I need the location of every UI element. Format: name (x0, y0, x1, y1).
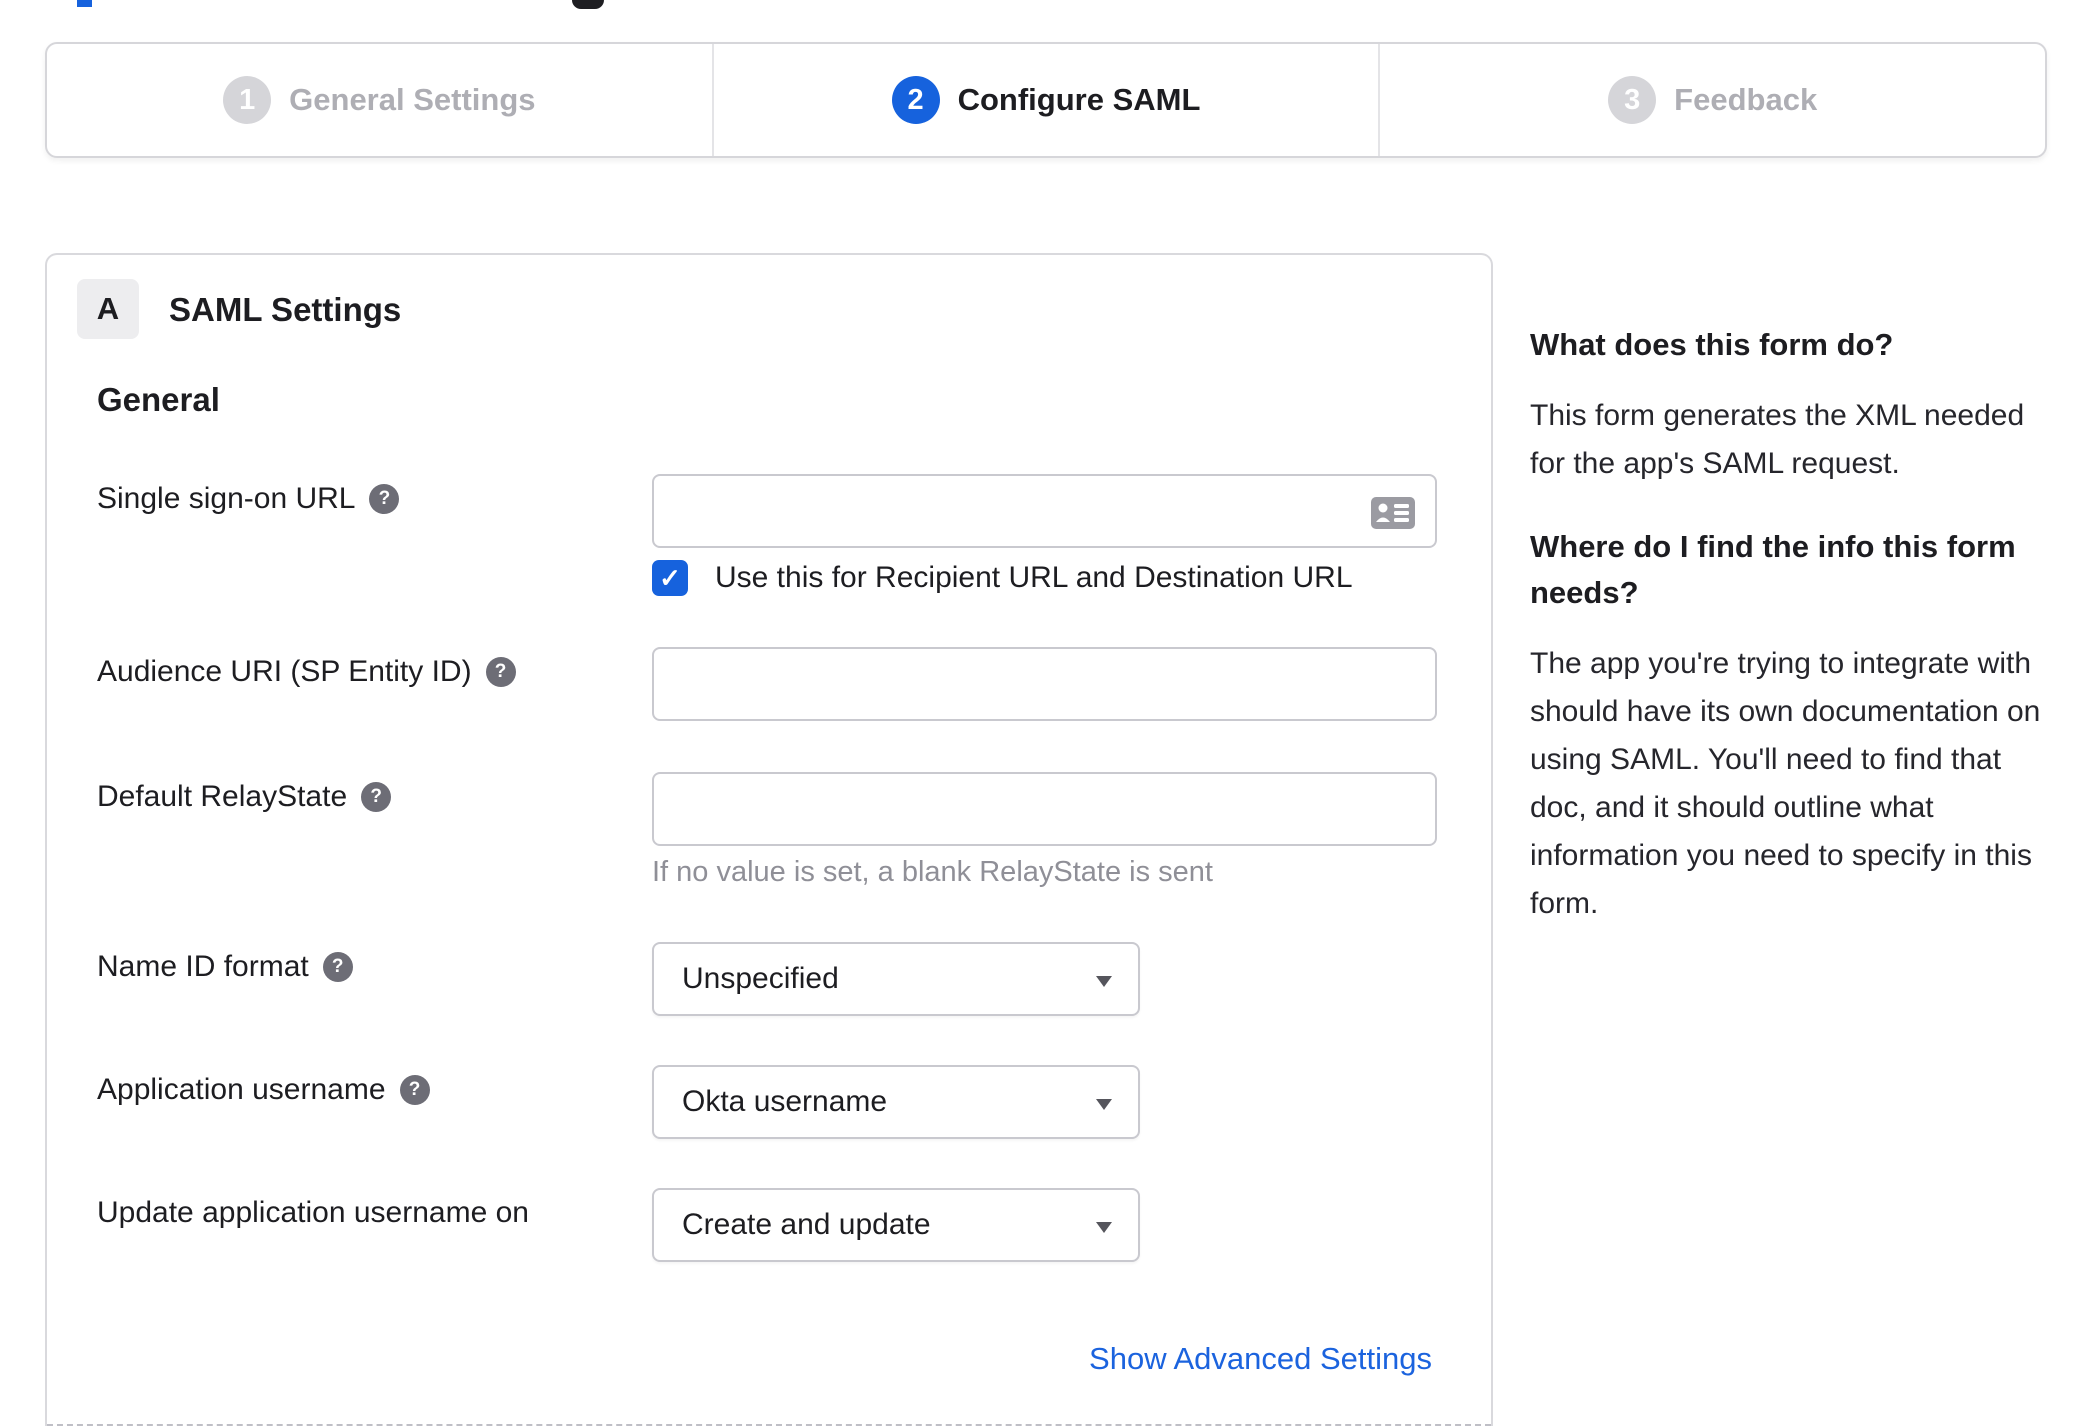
step-label: Feedback (1674, 82, 1818, 117)
update-username-select[interactable]: Create and update (652, 1188, 1140, 1262)
step-number-badge: 2 (891, 76, 940, 124)
label-text: Default RelayState (97, 780, 348, 813)
help-icon[interactable]: ? (369, 484, 400, 514)
help-icon[interactable]: ? (399, 1075, 430, 1105)
cropped-icon-fragment (572, 0, 604, 9)
help-sidebar: What does this form do? This form genera… (1530, 322, 2058, 928)
step-feedback[interactable]: 3 Feedback (1378, 44, 2045, 156)
cropped-logo-fragment (77, 0, 92, 7)
relay-state-hint: If no value is set, a blank RelayState i… (652, 856, 1213, 888)
help-icon[interactable]: ? (485, 657, 516, 687)
label-text: Application username (97, 1073, 386, 1106)
chevron-down-icon (1096, 976, 1112, 987)
sidebar-paragraph-what: This form generates the XML needed for t… (1530, 399, 2025, 480)
update-username-label: Update application username on (97, 1196, 529, 1230)
label-text: Single sign-on URL (97, 482, 356, 515)
show-advanced-settings-link[interactable]: Show Advanced Settings (1089, 1341, 1432, 1377)
step-number-badge: 1 (223, 76, 272, 124)
sso-url-input[interactable] (652, 474, 1437, 548)
label-text: Update application username on (97, 1196, 529, 1229)
group-title-general: General (97, 381, 220, 418)
saml-settings-panel: A SAML Settings General Single sign-on U… (45, 253, 1493, 1426)
label-text: Name ID format (97, 950, 309, 983)
recipient-url-checkbox-label: Use this for Recipient URL and Destinati… (715, 561, 1353, 594)
section-a-badge: A (77, 279, 139, 339)
step-configure-saml[interactable]: 2 Configure SAML (711, 44, 1379, 156)
relay-state-label: Default RelayState ? (97, 780, 392, 814)
chevron-down-icon (1096, 1099, 1112, 1110)
selected-value: Create and update (682, 1208, 931, 1241)
name-id-format-select[interactable]: Unspecified (652, 942, 1140, 1016)
help-icon[interactable]: ? (322, 952, 353, 982)
sidebar-paragraph-where: The app you're trying to integrate with … (1530, 647, 2041, 920)
step-label: General Settings (289, 82, 536, 117)
section-title: SAML Settings (169, 291, 402, 328)
relay-state-input[interactable] (652, 772, 1437, 846)
label-text: Audience URI (SP Entity ID) (97, 655, 472, 688)
step-label: Configure SAML (957, 82, 1201, 117)
contact-card-icon (1371, 497, 1415, 529)
audience-uri-input[interactable] (652, 647, 1437, 721)
wizard-stepper: 1 General Settings 2 Configure SAML 3 Fe… (45, 42, 2047, 158)
step-general-settings[interactable]: 1 General Settings (47, 44, 712, 156)
step-number-badge: 3 (1608, 76, 1657, 124)
audience-uri-label: Audience URI (SP Entity ID) ? (97, 655, 516, 689)
selected-value: Okta username (682, 1085, 888, 1118)
recipient-url-checkbox[interactable]: ✓ (652, 560, 688, 596)
chevron-down-icon (1096, 1222, 1112, 1233)
sidebar-heading-what: What does this form do? (1530, 327, 1894, 362)
sidebar-heading-where: Where do I find the info this form needs… (1530, 529, 2016, 610)
name-id-format-label: Name ID format ? (97, 950, 353, 984)
selected-value: Unspecified (682, 962, 839, 995)
help-icon[interactable]: ? (361, 782, 392, 812)
sso-url-label: Single sign-on URL ? (97, 482, 400, 516)
application-username-select[interactable]: Okta username (652, 1065, 1140, 1139)
application-username-label: Application username ? (97, 1073, 430, 1107)
